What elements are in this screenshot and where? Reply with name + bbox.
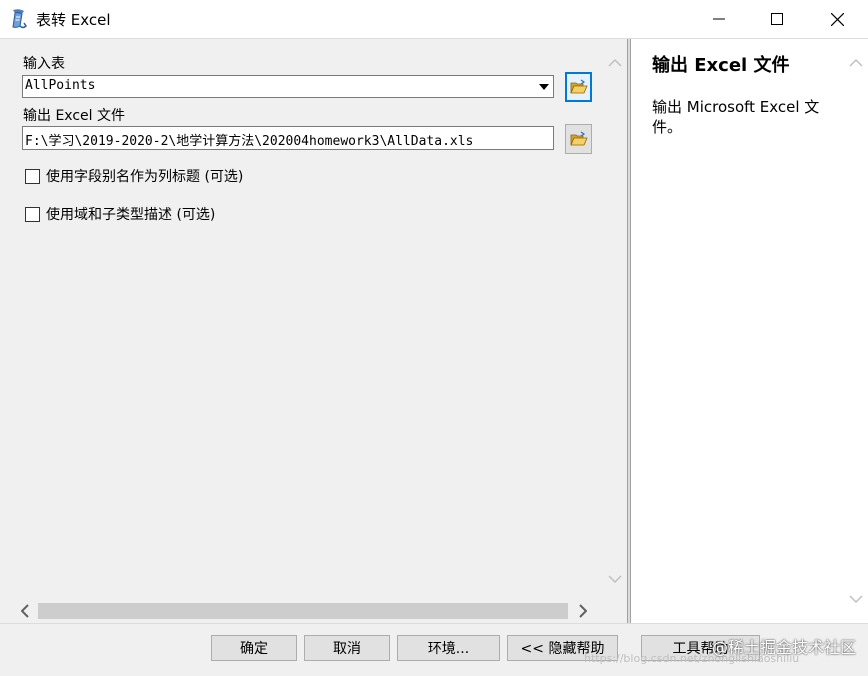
dialog-client: 输入表 AllPoints 输出 Excel 文件 F:\学习\2019-202… [0, 38, 868, 676]
window-title: 表转 Excel [36, 11, 111, 29]
output-file-input[interactable]: F:\学习\2019-2020-2\地学计算方法\202004homework3… [22, 126, 554, 150]
open-folder-icon [569, 131, 588, 146]
minimize-icon [713, 18, 725, 20]
help-pane: 输出 Excel 文件 输出 Microsoft Excel 文件。 [631, 39, 868, 623]
close-icon [830, 12, 844, 26]
input-table-value: AllPoints [25, 78, 96, 93]
input-table-combobox[interactable]: AllPoints [22, 75, 554, 98]
ok-button[interactable]: 确定 [211, 635, 297, 661]
vertical-scrollbar[interactable] [604, 39, 626, 599]
input-table-label: 输入表 [23, 56, 65, 72]
scroll-right-icon[interactable] [575, 603, 591, 619]
help-body: 输出 Microsoft Excel 文件。 [652, 98, 820, 136]
scroll-down-icon[interactable] [607, 571, 623, 587]
watermark: @稀土掘金技术社区 [712, 638, 857, 657]
domain-subtype-checkbox-label: 使用域和子类型描述 (可选) [46, 207, 216, 223]
field-alias-checkbox-row[interactable]: 使用字段别名作为列标题 (可选) [25, 166, 243, 186]
domain-subtype-checkbox[interactable] [25, 206, 40, 222]
browse-output-file-button[interactable] [565, 124, 592, 154]
output-file-label: 输出 Excel 文件 [23, 108, 125, 124]
horizontal-scrollbar[interactable] [14, 599, 604, 623]
arctoolbox-scroll-icon [9, 8, 29, 30]
horizontal-scroll-thumb[interactable] [38, 603, 568, 619]
maximize-button[interactable] [748, 0, 806, 38]
dropdown-arrow-icon[interactable] [537, 80, 551, 94]
scroll-left-icon[interactable] [17, 603, 33, 619]
cancel-button[interactable]: 取消 [304, 635, 390, 661]
close-button[interactable] [808, 0, 866, 38]
scroll-up-icon[interactable] [607, 55, 623, 71]
open-folder-icon [569, 79, 588, 94]
domain-subtype-checkbox-row[interactable]: 使用域和子类型描述 (可选) [25, 204, 215, 224]
browse-input-table-button[interactable] [565, 72, 592, 102]
output-file-value: F:\学习\2019-2020-2\地学计算方法\202004homework3… [25, 134, 474, 149]
help-scroll-up-icon[interactable] [848, 55, 864, 71]
environments-button[interactable]: 环境... [397, 635, 500, 661]
parameters-pane: 输入表 AllPoints 输出 Excel 文件 F:\学习\2019-202… [0, 39, 627, 623]
field-alias-checkbox-label: 使用字段别名作为列标题 (可选) [46, 169, 244, 185]
help-title: 输出 Excel 文件 [652, 55, 790, 76]
maximize-icon [771, 13, 783, 25]
field-alias-checkbox[interactable] [25, 168, 40, 184]
minimize-button[interactable] [690, 0, 748, 38]
help-scroll-down-icon[interactable] [848, 591, 864, 607]
title-bar: 表转 Excel [0, 0, 868, 38]
